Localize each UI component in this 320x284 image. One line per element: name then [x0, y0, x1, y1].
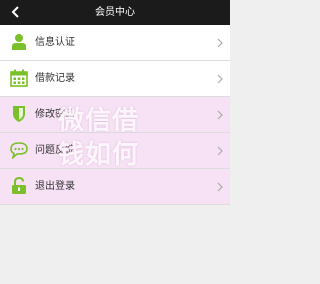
chevron-right-icon — [217, 182, 223, 192]
page-title: 会员中心 — [95, 7, 135, 18]
menu-item-loan-records[interactable]: 借款记录 — [0, 61, 230, 97]
user-icon — [12, 34, 26, 50]
menu-item-label: 退出登录 — [35, 181, 75, 192]
menu-item-label: 信息认证 — [35, 37, 75, 48]
chevron-right-icon — [217, 74, 223, 84]
chat-bubble-icon — [10, 142, 28, 159]
shield-icon — [13, 106, 25, 122]
menu-item-label: 问题反馈 — [35, 145, 75, 156]
member-menu-list: 信息认证 借款记录 修改密码 问题反馈 退出登录 — [0, 25, 230, 205]
menu-item-label: 修改密码 — [35, 109, 75, 120]
menu-item-change-password[interactable]: 修改密码 — [0, 97, 230, 133]
calendar-icon — [10, 69, 28, 87]
chevron-right-icon — [217, 110, 223, 120]
menu-item-logout[interactable]: 退出登录 — [0, 169, 230, 205]
top-nav-bar: 会员中心 — [0, 0, 230, 25]
menu-item-feedback[interactable]: 问题反馈 — [0, 133, 230, 169]
menu-item-label: 借款记录 — [35, 73, 75, 84]
menu-item-info-verification[interactable]: 信息认证 — [0, 25, 230, 61]
unlock-icon — [12, 177, 26, 194]
chevron-right-icon — [217, 38, 223, 48]
chevron-right-icon — [217, 146, 223, 156]
